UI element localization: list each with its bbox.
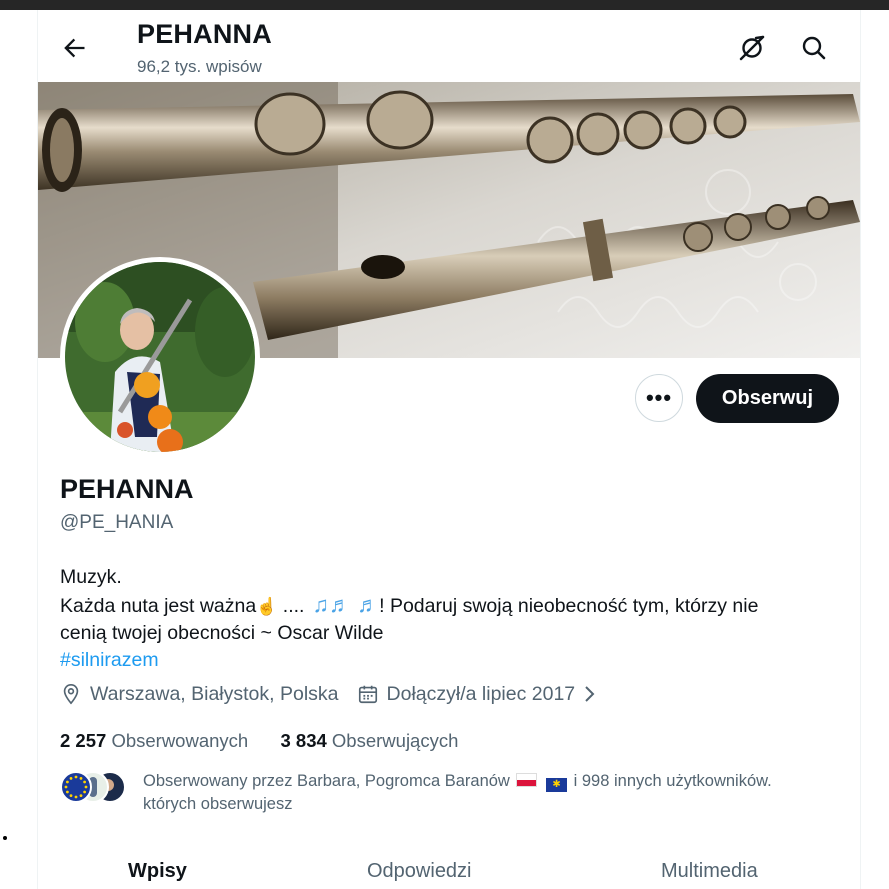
followers-count: 3 834 (280, 730, 327, 751)
eu-flag: ✱ (546, 778, 568, 792)
follow-counts: 2 257 Obserwowanych 3 834 Obserwujących (60, 730, 458, 752)
followed-by-text-b: i 998 innych użytkowników. (573, 772, 772, 790)
followed-by-text-a: Obserwowany przez Barbara, Pogromca Bara… (143, 772, 510, 790)
header-title: PEHANNA (137, 19, 272, 49)
tab-media[interactable]: Multimedia (661, 860, 758, 883)
following-count: 2 257 (60, 730, 107, 751)
profile-avatar[interactable] (60, 257, 260, 457)
hashtag-link[interactable]: #silnirazem (60, 647, 840, 674)
post-count: 96,2 tys. wpisów (137, 57, 262, 76)
poland-flag (516, 773, 538, 787)
profile-handle: @PE_HANIA (60, 512, 174, 533)
profile-header: PEHANNA 96,2 tys. wpisów (38, 10, 860, 82)
raised-finger-emoji: ☝ (256, 597, 278, 616)
followed-by-text-c: których obserwujesz (143, 795, 293, 813)
bio-line-2-text-c: ! Podaruj swoją nieobecność tym, którzy … (379, 595, 759, 617)
bio-line-2-text-a: Każda nuta jest ważna (60, 595, 257, 617)
chevron-right-icon[interactable] (581, 683, 599, 705)
following-label: Obserwowanych (111, 730, 249, 751)
bio-line-3: cenią twojej obecności ~ Oscar Wilde (60, 622, 384, 644)
mutual-follower-avatars (60, 771, 126, 803)
followed-by-text: Obserwowany przez Barbara, Pogromca Bara… (143, 770, 843, 816)
bio-line-2-text-b: .... (277, 595, 305, 617)
stray-dot (3, 836, 7, 840)
profile-name: PEHANNA (60, 474, 194, 504)
joined-date-text[interactable]: Dołączył/a lipiec 2017 (387, 683, 576, 706)
back-arrow-icon[interactable] (60, 34, 88, 62)
bio-line-1: Muzyk. (60, 566, 122, 588)
profile-tabs: Wpisy Odpowiedzi Multimedia (38, 850, 860, 889)
location-text: Warszawa, Białystok, Polska (90, 682, 339, 705)
profile-meta: Warszawa, Białystok, Polska Dołączył/a l… (60, 680, 599, 708)
music-notes-emoji: ♫♬ ♬ (312, 592, 380, 617)
profile-column: PEHANNA 96,2 tys. wpisów ••• Obserwuj PE… (37, 10, 861, 889)
followers-link[interactable]: 3 834 Obserwujących (280, 730, 458, 751)
grok-icon[interactable] (736, 32, 768, 64)
location-pin-icon (63, 684, 79, 705)
tab-replies[interactable]: Odpowiedzi (367, 860, 472, 883)
followed-by-section[interactable]: Obserwowany przez Barbara, Pogromca Bara… (60, 770, 840, 820)
search-icon[interactable] (798, 32, 830, 64)
browser-top-bar (0, 0, 889, 10)
more-options-button[interactable]: ••• (635, 374, 683, 422)
following-link[interactable]: 2 257 Obserwowanych (60, 730, 248, 751)
profile-bio: Muzyk. Każda nuta jest ważna☝ .... ♫♬ ♬! … (60, 564, 840, 674)
followers-label: Obserwujących (331, 730, 459, 751)
bio-line-2: Każda nuta jest ważna☝ .... ♫♬ ♬! Podaruj… (60, 591, 840, 620)
follow-button[interactable]: Obserwuj (696, 374, 839, 423)
calendar-icon (358, 685, 377, 704)
tab-posts[interactable]: Wpisy (128, 860, 187, 883)
